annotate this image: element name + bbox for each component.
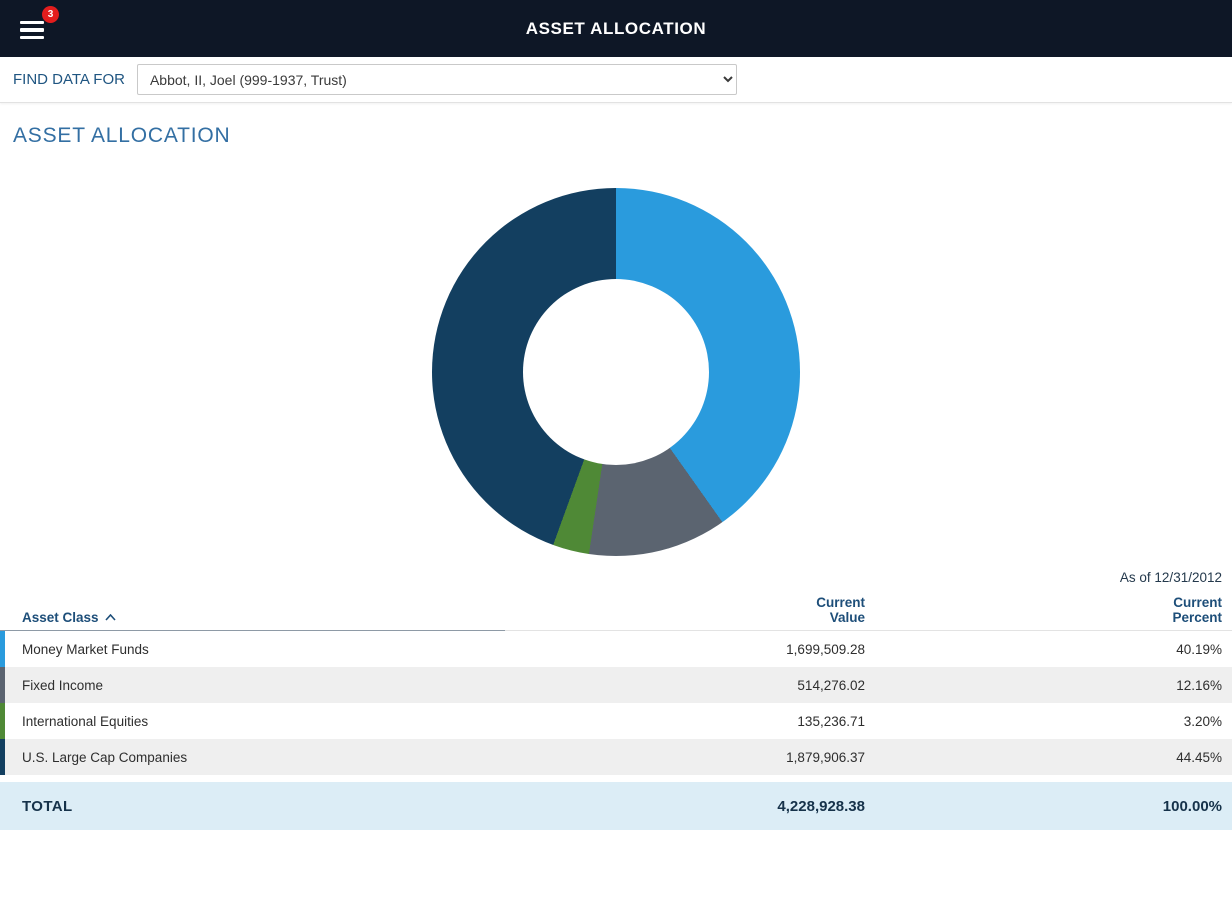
sort-ascending-icon — [105, 614, 116, 621]
cell-asset-class: International Equities — [0, 714, 515, 729]
find-data-label: FIND DATA FOR — [13, 71, 125, 88]
total-current-value: 4,228,928.38 — [515, 798, 865, 815]
notification-badge: 3 — [42, 6, 59, 23]
column-header-asset-class[interactable]: Asset Class — [0, 610, 515, 625]
row-color-indicator — [0, 631, 5, 667]
asset-allocation-chart[interactable] — [432, 188, 800, 556]
table-row: U.S. Large Cap Companies 1,879,906.37 44… — [0, 739, 1232, 775]
cell-current-value: 1,699,509.28 — [515, 642, 865, 657]
find-data-bar: FIND DATA FOR Abbot, II, Joel (999-1937,… — [0, 57, 1232, 103]
total-current-percent: 100.00% — [865, 798, 1232, 815]
as-of-date: As of 12/31/2012 — [0, 570, 1232, 585]
cell-asset-class: U.S. Large Cap Companies — [0, 750, 515, 765]
total-row: TOTAL 4,228,928.38 100.00% — [0, 782, 1232, 830]
table-row: Money Market Funds 1,699,509.28 40.19% — [0, 631, 1232, 667]
account-select[interactable]: Abbot, II, Joel (999-1937, Trust) — [137, 64, 737, 95]
row-color-indicator — [0, 739, 5, 775]
cell-current-value: 1,879,906.37 — [515, 750, 865, 765]
asset-class-table: Asset Class Current Value Current Percen… — [0, 595, 1232, 830]
cell-asset-class: Money Market Funds — [0, 642, 515, 657]
cell-current-value: 135,236.71 — [515, 714, 865, 729]
row-color-indicator — [0, 703, 5, 739]
cell-asset-class: Fixed Income — [0, 678, 515, 693]
row-color-indicator — [0, 667, 5, 703]
cell-current-percent: 3.20% — [865, 714, 1232, 729]
table-row: Fixed Income 514,276.02 12.16% — [0, 667, 1232, 703]
current-percent-header-line2: Percent — [865, 610, 1222, 625]
asset-class-header-label: Asset Class — [22, 610, 99, 625]
top-bar: 3 ASSET ALLOCATION — [0, 0, 1232, 57]
current-value-header-line2: Value — [515, 610, 865, 625]
current-value-header-line1: Current — [515, 595, 865, 610]
hamburger-menu-button[interactable]: 3 — [20, 13, 50, 43]
column-header-current-value: Current Value — [515, 595, 865, 625]
cell-current-value: 514,276.02 — [515, 678, 865, 693]
table-body: Money Market Funds 1,699,509.28 40.19% F… — [0, 631, 1232, 775]
app-title: ASSET ALLOCATION — [526, 19, 707, 39]
table-row: International Equities 135,236.71 3.20% — [0, 703, 1232, 739]
donut-hole — [523, 279, 709, 465]
total-label: TOTAL — [0, 798, 515, 815]
cell-current-percent: 12.16% — [865, 678, 1232, 693]
table-header-row: Asset Class Current Value Current Percen… — [0, 595, 1232, 631]
cell-current-percent: 44.45% — [865, 750, 1232, 765]
cell-current-percent: 40.19% — [865, 642, 1232, 657]
column-header-current-percent: Current Percent — [865, 595, 1232, 625]
current-percent-header-line1: Current — [865, 595, 1222, 610]
page-title: ASSET ALLOCATION — [13, 124, 1232, 148]
